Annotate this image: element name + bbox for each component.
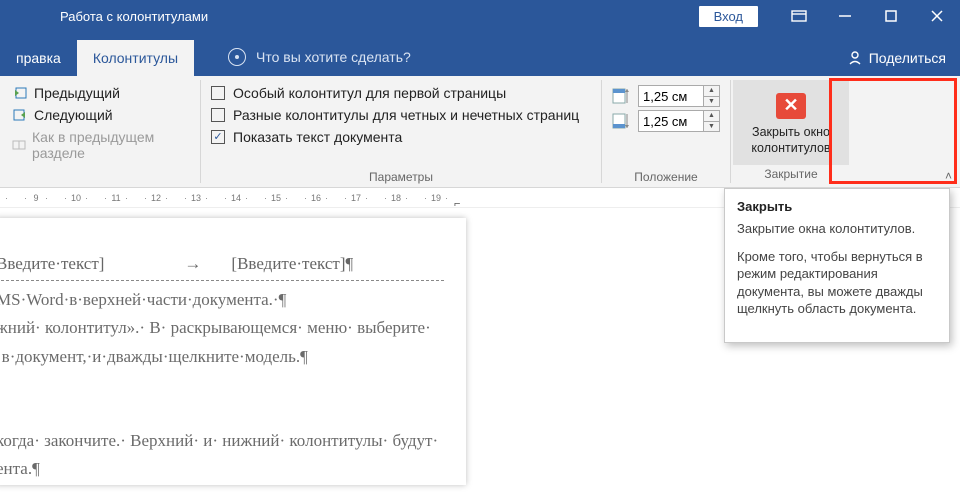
close-header-footer-button[interactable]: ✕ Закрыть окно колонтитулов bbox=[733, 80, 849, 165]
group-position-label: Положение bbox=[602, 168, 730, 187]
document-body-text: MS·Word·в·верхней·части·документа.·¶ жни… bbox=[0, 281, 456, 483]
group-close-label: Закрытие bbox=[733, 165, 849, 184]
doc-line: MS·Word·в·верхней·части·документа.·¶ bbox=[0, 287, 456, 313]
header-edit-area[interactable]: Введите·текст] → [Введите·текст]¶ bbox=[0, 218, 444, 281]
ruler-mark: 15 bbox=[256, 188, 296, 207]
ruler-mark: 12 bbox=[136, 188, 176, 207]
share-button[interactable]: Поделиться bbox=[847, 50, 946, 66]
ruler-mark: 19 bbox=[416, 188, 456, 207]
tab-arrow-icon: → bbox=[184, 254, 201, 274]
ruler-mark: 8 bbox=[0, 188, 16, 207]
ruler-mark: 9 bbox=[16, 188, 56, 207]
ruler-mark: 16 bbox=[296, 188, 336, 207]
window-controls: Вход bbox=[699, 0, 960, 32]
group-position: ▲▼ ▲▼ Положение bbox=[602, 76, 730, 187]
link-icon bbox=[12, 138, 26, 152]
tab-review[interactable]: правка bbox=[0, 40, 77, 76]
maximize-button[interactable] bbox=[868, 0, 914, 32]
checkbox-icon bbox=[211, 108, 225, 122]
share-label: Поделиться bbox=[869, 50, 946, 66]
tooltip-text-2: Кроме того, чтобы вернуться в режим реда… bbox=[737, 248, 937, 318]
doc-line: когда· закончите.· Верхний· и· нижний· к… bbox=[0, 428, 456, 454]
close-x-icon: ✕ bbox=[776, 93, 806, 119]
title-bar: Работа с колонтитулами Вход bbox=[0, 0, 960, 32]
ruler-mark: 17 bbox=[336, 188, 376, 207]
spinner-buttons[interactable]: ▲▼ bbox=[704, 110, 720, 132]
chk-odd-even-label: Разные колонтитулы для четных и нечетных… bbox=[233, 107, 579, 123]
ruler-mark: 14 bbox=[216, 188, 256, 207]
document-area: 8910111213141516171819 ⌐ Введите·текст] … bbox=[0, 188, 960, 500]
doc-line: ента.¶ bbox=[0, 456, 456, 482]
doc-line: ·в·документ,·и·дважды·щелкните·модель.¶ bbox=[0, 344, 456, 370]
link-label: Как в предыдущем разделе bbox=[32, 129, 188, 161]
spinner-buttons[interactable]: ▲▼ bbox=[704, 85, 720, 107]
group-options: Особый колонтитул для первой страницы Ра… bbox=[201, 76, 601, 187]
share-icon bbox=[847, 50, 863, 66]
header-from-top: ▲▼ bbox=[610, 85, 722, 107]
ruler-mark: 13 bbox=[176, 188, 216, 207]
next-icon bbox=[12, 108, 28, 122]
previous-icon bbox=[12, 86, 28, 100]
group-close: ✕ Закрыть окно колонтитулов Закрытие bbox=[733, 80, 849, 184]
screen-tip: Закрыть Закрытие окна колонтитулов. Кром… bbox=[724, 188, 950, 343]
footer-from-bottom-input[interactable] bbox=[638, 110, 704, 132]
tab-stop-marker[interactable]: ⌐ bbox=[454, 198, 460, 210]
ruler-mark: 18 bbox=[376, 188, 416, 207]
tab-header-footer[interactable]: Колонтитулы bbox=[77, 40, 194, 76]
previous-section-button[interactable]: Предыдущий bbox=[8, 82, 192, 104]
header-placeholder-left[interactable]: Введите·текст] bbox=[0, 254, 104, 274]
chk-first-page[interactable]: Особый колонтитул для первой страницы bbox=[209, 82, 593, 104]
link-to-previous-button[interactable]: Как в предыдущем разделе bbox=[8, 126, 192, 164]
close-button-label-2: колонтитулов bbox=[751, 141, 830, 157]
doc-line: жний· колонтитул».· В· раскрывающемся· м… bbox=[0, 315, 456, 341]
sign-in-button[interactable]: Вход bbox=[699, 6, 758, 27]
close-window-button[interactable] bbox=[914, 0, 960, 32]
ruler-mark: 10 bbox=[56, 188, 96, 207]
group-options-label: Параметры bbox=[201, 168, 601, 187]
tooltip-title: Закрыть bbox=[737, 199, 937, 214]
contextual-tab-title: Работа с колонтитулами bbox=[60, 9, 208, 24]
header-placeholder-center[interactable]: [Введите·текст]¶ bbox=[231, 254, 353, 274]
header-position-icon bbox=[610, 87, 632, 105]
lightbulb-icon bbox=[228, 48, 246, 66]
ribbon-tabs: правка Колонтитулы Что вы хотите сделать… bbox=[0, 32, 960, 76]
page[interactable]: Введите·текст] → [Введите·текст]¶ MS·Wor… bbox=[0, 218, 466, 485]
group-navigation: Предыдущий Следующий Как в предыдущем ра… bbox=[0, 76, 200, 187]
header-from-top-input[interactable] bbox=[638, 85, 704, 107]
tooltip-text-1: Закрытие окна колонтитулов. bbox=[737, 220, 937, 238]
previous-label: Предыдущий bbox=[34, 85, 120, 101]
footer-position-icon bbox=[610, 112, 632, 130]
chk-first-page-label: Особый колонтитул для первой страницы bbox=[233, 85, 506, 101]
ribbon: Предыдущий Следующий Как в предыдущем ра… bbox=[0, 76, 960, 188]
chk-show-document[interactable]: Показать текст документа bbox=[209, 126, 593, 148]
chk-show-document-label: Показать текст документа bbox=[233, 129, 402, 145]
next-section-button[interactable]: Следующий bbox=[8, 104, 192, 126]
ribbon-display-icon[interactable] bbox=[776, 0, 822, 32]
close-button-label-1: Закрыть окно bbox=[752, 125, 830, 141]
collapse-ribbon-button[interactable]: ˄ bbox=[945, 169, 952, 183]
tell-me-box[interactable]: Что вы хотите сделать? bbox=[228, 48, 411, 76]
next-label: Следующий bbox=[34, 107, 113, 123]
tell-me-placeholder: Что вы хотите сделать? bbox=[256, 49, 411, 65]
checkbox-icon bbox=[211, 86, 225, 100]
footer-from-bottom: ▲▼ bbox=[610, 110, 722, 132]
group-nav-label bbox=[0, 182, 200, 187]
ruler-mark: 11 bbox=[96, 188, 136, 207]
minimize-button[interactable] bbox=[822, 0, 868, 32]
checkbox-checked-icon bbox=[211, 130, 225, 144]
chk-odd-even[interactable]: Разные колонтитулы для четных и нечетных… bbox=[209, 104, 593, 126]
